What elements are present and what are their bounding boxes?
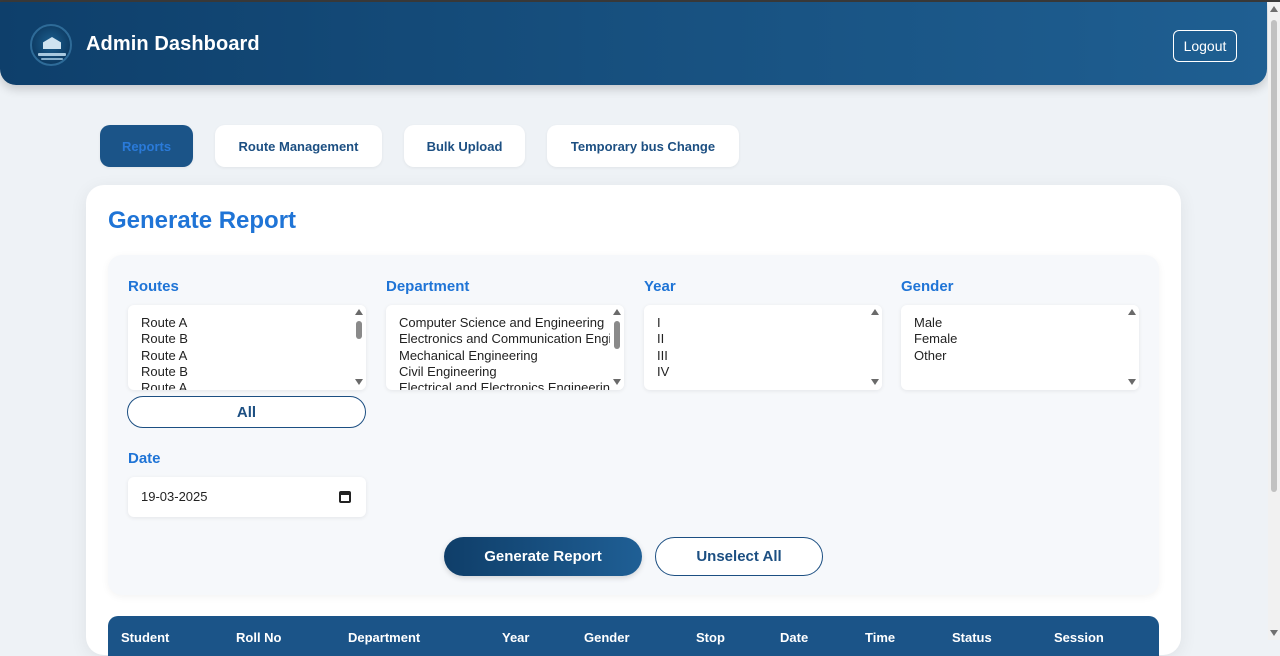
department-label: Department	[386, 278, 470, 295]
unselect-all-button[interactable]: Unselect All	[655, 537, 823, 576]
routes-listbox[interactable]: Route A Route B Route A Route B Route A	[128, 305, 366, 390]
column-header[interactable]: Student	[121, 630, 169, 645]
list-item[interactable]: Route B	[141, 331, 353, 347]
gender-label: Gender	[901, 278, 954, 295]
column-header[interactable]: Date	[780, 630, 808, 645]
scroll-down-icon[interactable]	[1128, 379, 1136, 385]
page-scrollbar[interactable]	[1268, 2, 1280, 640]
list-item[interactable]: Mechanical Engineering	[399, 348, 611, 364]
list-item[interactable]: Route A	[141, 380, 353, 390]
date-label: Date	[128, 450, 161, 467]
tab-bulk-upload[interactable]: Bulk Upload	[404, 125, 525, 167]
list-item[interactable]: IV	[657, 364, 869, 380]
scroll-up-icon[interactable]	[1270, 6, 1278, 12]
list-item[interactable]: Electronics and Communication Engineerin…	[399, 331, 611, 347]
column-header[interactable]: Gender	[584, 630, 630, 645]
column-header[interactable]: Time	[865, 630, 895, 645]
app-header: Admin Dashboard Logout	[0, 2, 1267, 85]
list-item[interactable]: Other	[914, 348, 1126, 364]
scrollbar-thumb[interactable]	[356, 321, 362, 339]
listbox-scrollbar[interactable]	[352, 305, 366, 390]
all-routes-button[interactable]: All	[127, 396, 366, 428]
scroll-down-icon[interactable]	[355, 379, 363, 385]
column-header[interactable]: Status	[952, 630, 992, 645]
list-item[interactable]: Electrical and Electronics Engineering	[399, 380, 611, 390]
list-item[interactable]: Female	[914, 331, 1126, 347]
routes-label: Routes	[128, 278, 179, 295]
list-item[interactable]: I	[657, 315, 869, 331]
listbox-scrollbar[interactable]	[610, 305, 624, 390]
column-header[interactable]: Roll No	[236, 630, 282, 645]
generate-report-button[interactable]: Generate Report	[444, 537, 642, 576]
year-label: Year	[644, 278, 676, 295]
list-item[interactable]: III	[657, 348, 869, 364]
scroll-up-icon[interactable]	[871, 309, 879, 315]
calendar-icon[interactable]	[339, 491, 351, 503]
listbox-scrollbar[interactable]	[868, 305, 882, 390]
column-header[interactable]: Department	[348, 630, 420, 645]
scroll-up-icon[interactable]	[613, 309, 621, 315]
list-item[interactable]: Computer Science and Engineering	[399, 315, 611, 331]
list-item[interactable]: Route A	[141, 348, 353, 364]
scroll-down-icon[interactable]	[613, 379, 621, 385]
date-input[interactable]: 19-03-2025	[128, 477, 366, 517]
date-value: 19-03-2025	[141, 489, 208, 504]
page-title: Admin Dashboard	[86, 33, 260, 55]
tab-route-management[interactable]: Route Management	[215, 125, 382, 167]
list-item[interactable]: Male	[914, 315, 1126, 331]
list-item[interactable]: Route A	[141, 315, 353, 331]
list-item[interactable]: Route B	[141, 364, 353, 380]
scrollbar-thumb[interactable]	[614, 321, 620, 349]
scroll-down-icon[interactable]	[871, 379, 879, 385]
department-listbox[interactable]: Computer Science and Engineering Electro…	[386, 305, 624, 390]
listbox-scrollbar[interactable]	[1125, 305, 1139, 390]
column-header[interactable]: Session	[1054, 630, 1104, 645]
scroll-up-icon[interactable]	[355, 309, 363, 315]
scrollbar-thumb[interactable]	[1271, 20, 1277, 492]
gender-listbox[interactable]: Male Female Other	[901, 305, 1139, 390]
tab-reports[interactable]: Reports	[100, 125, 193, 167]
logout-button[interactable]: Logout	[1173, 30, 1237, 62]
scroll-up-icon[interactable]	[1128, 309, 1136, 315]
list-item[interactable]: II	[657, 331, 869, 347]
column-header[interactable]: Stop	[696, 630, 725, 645]
year-listbox[interactable]: I II III IV	[644, 305, 882, 390]
column-header[interactable]: Year	[502, 630, 529, 645]
logo-icon	[30, 24, 72, 66]
tab-temporary-bus-change[interactable]: Temporary bus Change	[547, 125, 739, 167]
scroll-down-icon[interactable]	[1270, 630, 1278, 636]
report-title: Generate Report	[108, 207, 297, 234]
list-item[interactable]: Civil Engineering	[399, 364, 611, 380]
